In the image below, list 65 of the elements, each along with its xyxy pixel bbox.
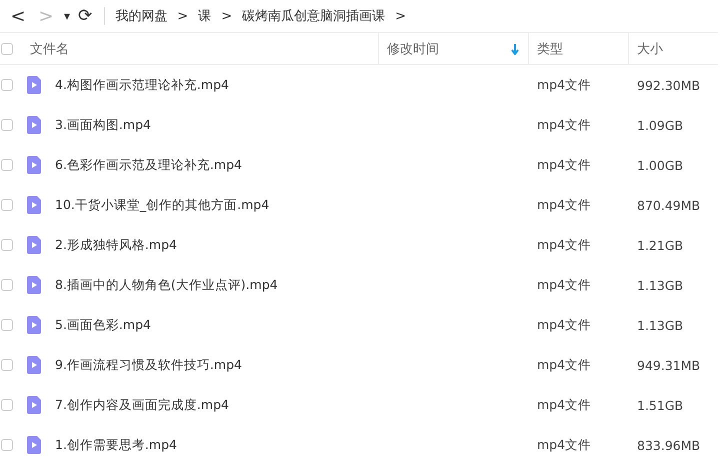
file-type: mp4文件: [537, 276, 592, 294]
file-name[interactable]: 8.插画中的人物角色(大作业点评).mp4: [55, 276, 278, 294]
video-file-icon: [27, 196, 41, 214]
sort-arrow-icon[interactable]: [510, 42, 520, 54]
file-name[interactable]: 10.干货小课堂_创作的其他方面.mp4: [55, 196, 270, 214]
refresh-button[interactable]: ⟳: [74, 4, 96, 28]
file-size: 1.00GB: [637, 158, 684, 172]
breadcrumb-separator: >: [394, 8, 407, 24]
file-type: mp4文件: [537, 316, 592, 334]
breadcrumb-separator: >: [220, 8, 234, 24]
file-name[interactable]: 9.作画流程习惯及软件技巧.mp4: [55, 356, 242, 374]
row-checkbox[interactable]: [1, 399, 13, 411]
video-file-icon: [27, 276, 41, 294]
column-header[interactable]: 类型: [537, 40, 563, 58]
file-type: mp4文件: [537, 76, 592, 94]
video-file-icon: [27, 236, 41, 254]
file-name[interactable]: 1.创作需要思考.mp4: [55, 436, 177, 454]
video-file-icon: [27, 76, 41, 94]
column-header[interactable]: 大小: [637, 40, 663, 58]
file-size: 949.31MB: [637, 358, 700, 372]
file-size: 1.09GB: [637, 118, 684, 132]
file-size: 870.49MB: [637, 198, 700, 212]
back-button[interactable]: <: [4, 4, 32, 28]
select-all-checkbox[interactable]: [1, 42, 13, 54]
video-file-icon: [27, 436, 41, 454]
breadcrumb-separator: >: [176, 8, 190, 24]
row-checkbox[interactable]: [1, 79, 13, 91]
row-checkbox[interactable]: [1, 359, 13, 371]
file-type: mp4文件: [537, 116, 592, 134]
file-type: mp4文件: [537, 436, 592, 454]
video-file-icon: [27, 356, 41, 374]
row-checkbox[interactable]: [1, 119, 13, 131]
file-name[interactable]: 4.构图作画示范理论补充.mp4: [55, 76, 229, 94]
row-checkbox[interactable]: [1, 199, 13, 211]
video-file-icon: [27, 396, 41, 414]
file-name[interactable]: 6.色彩作画示范及理论补充.mp4: [55, 156, 242, 174]
video-file-icon: [27, 116, 41, 134]
file-name[interactable]: 3.画面构图.mp4: [55, 116, 151, 134]
column-header[interactable]: 文件名: [30, 40, 69, 58]
video-file-icon: [27, 156, 41, 174]
file-size: 833.96MB: [637, 438, 700, 452]
file-type: mp4文件: [537, 356, 592, 374]
row-checkbox[interactable]: [1, 239, 13, 251]
row-checkbox[interactable]: [1, 159, 13, 171]
file-type: mp4文件: [537, 396, 592, 414]
breadcrumb-link[interactable]: 课: [196, 4, 214, 28]
breadcrumb-link[interactable]: 我的网盘: [113, 4, 170, 28]
row-checkbox[interactable]: [1, 279, 13, 291]
file-size: 1.13GB: [637, 278, 684, 292]
row-checkbox[interactable]: [1, 439, 13, 451]
breadcrumb-link[interactable]: 碳烤南瓜创意脑洞插画课: [240, 4, 388, 28]
file-type: mp4文件: [537, 196, 592, 214]
file-name[interactable]: 2.形成独特风格.mp4: [55, 236, 177, 254]
file-name[interactable]: 5.画面色彩.mp4: [55, 316, 151, 334]
file-type: mp4文件: [537, 236, 592, 254]
file-size: 1.51GB: [637, 398, 684, 412]
file-size: 1.21GB: [637, 238, 684, 252]
file-size: 992.30MB: [637, 78, 700, 92]
row-checkbox[interactable]: [1, 319, 13, 331]
dropdown-button[interactable]: ▾: [60, 4, 74, 28]
column-header[interactable]: 修改时间: [387, 40, 439, 58]
video-file-icon: [27, 316, 41, 334]
file-name[interactable]: 7.创作内容及画面完成度.mp4: [55, 396, 229, 414]
file-size: 1.13GB: [637, 318, 684, 332]
file-type: mp4文件: [537, 156, 592, 174]
